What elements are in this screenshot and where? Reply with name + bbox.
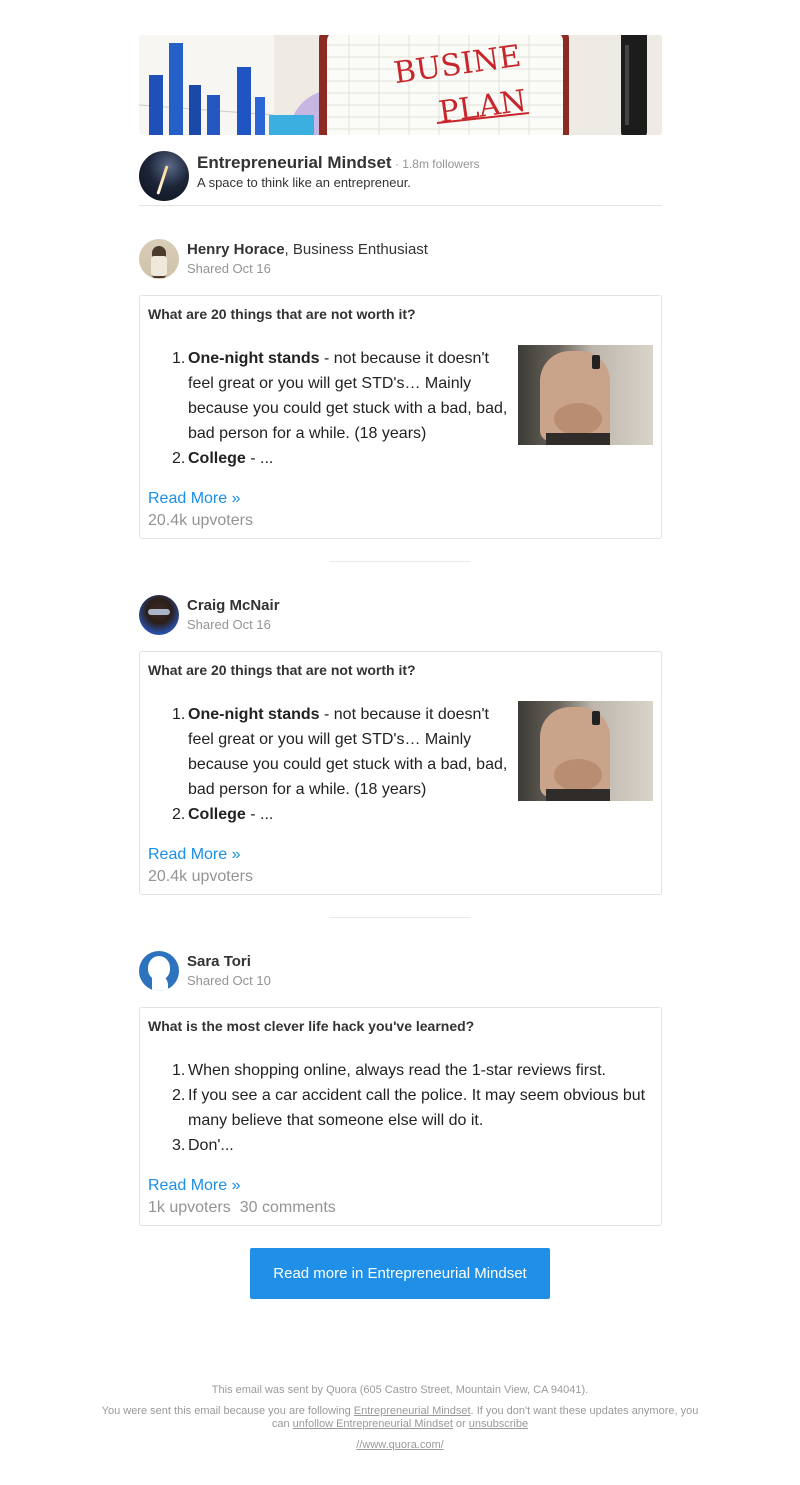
space-banner-image[interactable]: BUSINE PLAN <box>139 35 662 135</box>
answer-thumbnail[interactable] <box>518 701 653 801</box>
footer-url: //www.quora.com/ <box>100 1439 700 1452</box>
list-item: 1. When shopping online, always read the … <box>172 1062 606 1079</box>
answer-thumbnail[interactable] <box>518 345 653 445</box>
upvoters-count: 20.4k upvoters <box>148 512 253 529</box>
author-name[interactable]: Henry Horace <box>187 241 285 258</box>
space-title: Entrepreneurial Mindset · 1.8m followers <box>197 153 480 173</box>
author-avatar[interactable] <box>139 239 179 279</box>
post-divider <box>329 917 471 918</box>
author-credential: , Business Enthusiast <box>284 241 428 258</box>
author-name[interactable]: Craig McNair <box>187 597 280 614</box>
footer-sent-by: This email was sent by Quora (605 Castro… <box>211 1384 589 1396</box>
question-title[interactable]: What is the most clever life hack you've… <box>148 1018 474 1034</box>
upvoters-count: 1k upvoters <box>148 1199 231 1216</box>
space-header: Entrepreneurial Mindset · 1.8m followers… <box>139 151 662 206</box>
read-more-link[interactable]: Read More » <box>148 846 241 864</box>
post-stats: 1k upvoters 30 comments <box>148 1199 336 1217</box>
list-item: 2. If you see a car accident call the pol… <box>172 1087 646 1129</box>
list-item: 3. Don'... <box>172 1137 234 1154</box>
author-line: Sara Tori <box>187 953 251 970</box>
space-description: A space to think like an entrepreneur. <box>197 175 411 190</box>
shared-date: Shared Oct 10 <box>187 973 271 988</box>
shared-date: Shared Oct 16 <box>187 617 271 632</box>
footer-reason: You were sent this email because you are… <box>101 1405 699 1430</box>
answer-list: 1. One-night stands - not because it does… <box>172 346 508 471</box>
author-line: Henry Horace, Business Enthusiast <box>187 241 428 258</box>
author-avatar[interactable] <box>139 595 179 635</box>
list-item: 1. One-night stands - not because it does… <box>172 706 508 798</box>
post-author-header: Henry Horace, Business Enthusiast Shared… <box>139 239 662 279</box>
upvoters-count: 20.4k upvoters <box>148 868 253 885</box>
read-more-link[interactable]: Read More » <box>148 1177 241 1195</box>
answer-list: 1. One-night stands - not because it does… <box>172 702 508 827</box>
quora-url-link[interactable]: //www.quora.com/ <box>356 1439 443 1451</box>
list-item: 1. One-night stands - not because it does… <box>172 350 508 442</box>
footer-space-link[interactable]: Entrepreneurial Mindset <box>354 1405 471 1417</box>
question-title[interactable]: What are 20 things that are not worth it… <box>148 306 416 322</box>
author-name[interactable]: Sara Tori <box>187 953 251 970</box>
author-line: Craig McNair <box>187 597 280 614</box>
answer-list: 1. When shopping online, always read the … <box>172 1058 648 1158</box>
space-name-link[interactable]: Entrepreneurial Mindset <box>197 153 392 172</box>
unsubscribe-link[interactable]: unsubscribe <box>469 1418 528 1430</box>
post-author-header: Sara Tori Shared Oct 10 <box>139 951 662 991</box>
post-card[interactable]: What are 20 things that are not worth it… <box>139 651 662 895</box>
post-card[interactable]: What are 20 things that are not worth it… <box>139 295 662 539</box>
space-avatar[interactable] <box>139 151 189 201</box>
read-more-link[interactable]: Read More » <box>148 490 241 508</box>
comments-count: 30 comments <box>239 1199 336 1216</box>
list-item: 2. College - ... <box>172 806 274 823</box>
unfollow-link[interactable]: unfollow Entrepreneurial Mindset <box>293 1418 453 1430</box>
space-followers: · 1.8m followers <box>391 157 480 171</box>
read-more-in-space-button[interactable]: Read more in Entrepreneurial Mindset <box>250 1248 550 1299</box>
banner-illustration: BUSINE PLAN <box>139 35 662 135</box>
post-card[interactable]: What is the most clever life hack you've… <box>139 1007 662 1226</box>
post-author-header: Craig McNair Shared Oct 16 <box>139 595 662 635</box>
question-title[interactable]: What are 20 things that are not worth it… <box>148 662 416 678</box>
author-avatar[interactable] <box>139 951 179 991</box>
shared-date: Shared Oct 16 <box>187 261 271 276</box>
post-divider <box>329 561 471 562</box>
list-item: 2. College - ... <box>172 450 274 467</box>
